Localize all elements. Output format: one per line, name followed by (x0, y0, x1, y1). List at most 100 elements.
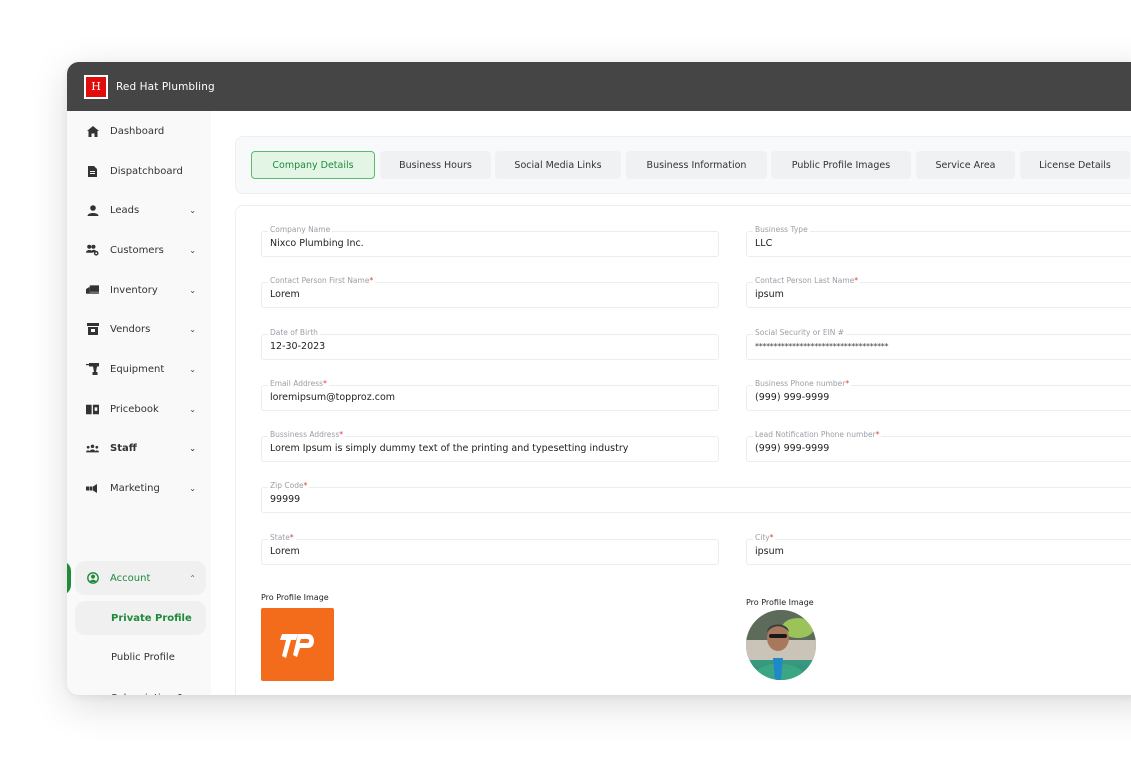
required-mark: * (339, 430, 343, 439)
sidebar-item-label: Inventory (110, 284, 158, 296)
pro-profile-photo[interactable] (746, 610, 816, 680)
account-circle-icon (86, 572, 99, 585)
company-details-form: Company Name Nixco Plumbing Inc. Busines… (235, 205, 1131, 695)
chevron-down-icon[interactable]: ⌄ (189, 484, 196, 493)
chevron-down-icon[interactable]: ⌄ (189, 206, 196, 215)
tab-license-details[interactable]: License Details (1020, 151, 1130, 179)
tab-public-profile-images[interactable]: Public Profile Images (771, 151, 911, 179)
sidebar-item-equipment[interactable]: Equipment ⌄ (75, 352, 206, 386)
sidebar-item-customers[interactable]: Customers ⌄ (75, 233, 206, 267)
field-label: Business Phone number* (753, 379, 852, 389)
field-value: ipsum (755, 289, 784, 300)
sidebar-item-label: Dispatchboard (110, 165, 183, 177)
truck-icon (86, 284, 99, 297)
tab-service-area[interactable]: Service Area (916, 151, 1015, 179)
sidebar-item-leads[interactable]: Leads ⌄ (75, 193, 206, 227)
required-mark: * (303, 481, 308, 490)
field-value: (999) 999-9999 (755, 443, 830, 454)
company-name-field[interactable]: Company Name Nixco Plumbing Inc. (261, 225, 719, 257)
chevron-down-icon[interactable]: ⌄ (189, 246, 196, 255)
person-photo-icon (746, 610, 816, 680)
date-of-birth-field[interactable]: Date of Birth 12-30-2023 (261, 328, 719, 360)
last-name-field[interactable]: Contact Person Last Name* ipsum (746, 276, 1131, 308)
business-address-field[interactable]: Bussiness Address* Lorem Ipsum is simply… (261, 430, 719, 462)
sidebar-item-account[interactable]: Account ⌃ (75, 561, 206, 595)
sidebar-item-dispatchboard[interactable]: Dispatchboard (75, 154, 206, 188)
sidebar-subitem-public-profile[interactable]: Public Profile (75, 640, 206, 674)
sidebar-item-marketing[interactable]: Marketing ⌄ (75, 471, 206, 505)
sidebar-item-label: Dashboard (110, 125, 165, 137)
tab-bar: Company Details Business Hours Social Me… (235, 136, 1131, 194)
business-type-field[interactable]: Business Type LLC (746, 225, 1131, 257)
field-value: ipsum (755, 546, 784, 557)
zip-code-field[interactable]: Zip Code* 99999 (261, 481, 1131, 513)
business-phone-field[interactable]: Business Phone number* (999) 999-9999 (746, 379, 1131, 411)
first-name-field[interactable]: Contact Person First Name* Lorem (261, 276, 719, 308)
logo-mark: H (86, 76, 106, 97)
group-icon (86, 442, 99, 455)
chevron-down-icon[interactable]: ⌄ (189, 405, 196, 414)
required-mark: * (845, 379, 850, 388)
brand-name: Red Hat Plumbling (116, 80, 215, 93)
field-value: 12-30-2023 (270, 341, 326, 352)
company-logo[interactable]: H (84, 74, 108, 99)
lead-notification-phone-field[interactable]: Lead Notification Phone number* (999) 99… (746, 430, 1131, 462)
sidebar-item-label: Pricebook (110, 403, 159, 415)
field-value: 99999 (270, 494, 301, 505)
sidebar-item-label: Account (110, 572, 151, 584)
sidebar-item-label: Staff (110, 442, 137, 454)
tab-business-hours[interactable]: Business Hours (380, 151, 491, 179)
email-field[interactable]: Email Address* loremipsum@topproz.com (261, 379, 719, 411)
city-field[interactable]: City* ipsum (746, 533, 1131, 565)
sidebar-item-pricebook[interactable]: Pricebook ⌄ (75, 392, 206, 426)
required-mark: * (769, 533, 774, 542)
sidebar-subitem-private-profile[interactable]: Private Profile (75, 601, 206, 635)
chevron-down-icon[interactable]: ⌄ (189, 365, 196, 374)
sidebar-item-label: Marketing (110, 482, 160, 494)
field-label: Contact Person First Name* (268, 276, 376, 286)
field-value: Lorem (270, 546, 300, 557)
sidebar-item-label: Equipment (110, 363, 165, 375)
chevron-down-icon[interactable]: ⌄ (189, 325, 196, 334)
pro-profile-image-label: Pro Profile Image (261, 593, 329, 602)
pro-profile-image-label: Pro Profile Image (746, 598, 814, 607)
store-icon (86, 323, 99, 336)
pro-profile-logo-image[interactable] (261, 608, 334, 681)
field-label: Contact Person Last Name* (753, 276, 861, 286)
field-label: Date of Birth (268, 328, 320, 338)
customers-icon (86, 244, 99, 257)
sidebar-item-inventory[interactable]: Inventory ⌄ (75, 273, 206, 307)
chevron-down-icon[interactable]: ⌄ (189, 444, 196, 453)
tab-social-media-links[interactable]: Social Media Links (495, 151, 621, 179)
main-content: Company Details Business Hours Social Me… (211, 111, 1131, 695)
field-value: Lorem Ipsum is simply dummy text of the … (270, 443, 629, 454)
sidebar-item-staff[interactable]: Staff ⌄ (75, 431, 206, 465)
sidebar: Dashboard Dispatchboard Leads ⌄ Customer… (67, 111, 211, 695)
top-bar: H Red Hat Plumbling (67, 62, 1131, 111)
field-label: Social Security or EIN # (753, 328, 847, 338)
field-value: ************************************ (755, 342, 889, 351)
required-mark: * (875, 430, 880, 439)
field-value: loremipsum@topproz.com (270, 392, 396, 403)
sidebar-item-label: Leads (110, 204, 140, 216)
active-indicator (67, 561, 71, 595)
field-value: (999) 999-9999 (755, 392, 830, 403)
state-field[interactable]: State* Lorem (261, 533, 719, 565)
field-value: LLC (755, 238, 773, 249)
tab-business-information[interactable]: Business Information (626, 151, 767, 179)
chevron-up-icon[interactable]: ⌃ (189, 574, 196, 583)
field-label: Bussiness Address* (268, 430, 345, 440)
sidebar-item-vendors[interactable]: Vendors ⌄ (75, 312, 206, 346)
field-label: Email Address* (268, 379, 329, 389)
field-label: State* (268, 533, 296, 543)
person-icon (86, 204, 99, 217)
sidebar-subitem-subscription-billing[interactable]: Subscription & Billing (75, 687, 206, 695)
drill-icon (86, 363, 99, 376)
field-value: Nixco Plumbing Inc. (270, 238, 364, 249)
chevron-down-icon[interactable]: ⌄ (189, 286, 196, 295)
tab-company-details[interactable]: Company Details (251, 151, 375, 179)
field-label: Business Type (753, 225, 810, 235)
ssn-ein-field[interactable]: Social Security or EIN # ***************… (746, 328, 1131, 360)
sidebar-item-dashboard[interactable]: Dashboard (75, 114, 206, 148)
required-mark: * (289, 533, 294, 542)
